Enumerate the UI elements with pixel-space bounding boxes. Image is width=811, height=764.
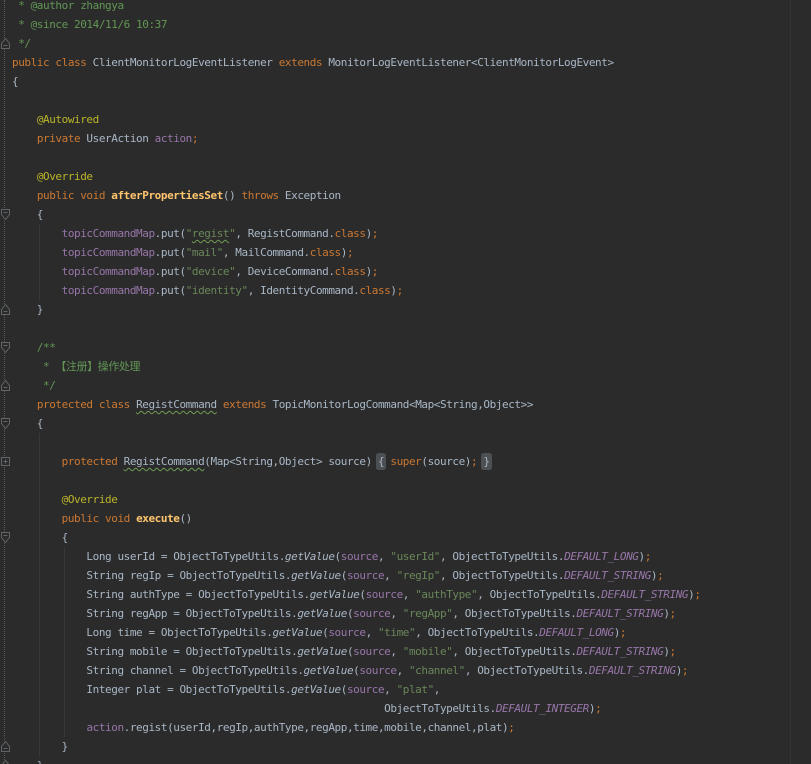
code-line: public class ClientMonitorLogEventListen… [12,56,614,69]
code-line: String mobile = ObjectToTypeUtils.getVal… [12,645,676,658]
code-line: @Override [36,170,93,183]
code-line: private UserAction action; [36,132,199,145]
code-line: { [12,75,19,88]
code-line: @Override [61,493,118,506]
code-line: topicCommandMap.put("device", DeviceComm… [61,265,379,278]
code-line: { [12,208,44,221]
fold-end-icon[interactable] [1,380,10,391]
code-line: topicCommandMap.put("mail", MailCommand.… [61,246,354,259]
code-line: Integer plat = ObjectToTypeUtils.getValu… [12,683,440,696]
code-line: } [12,740,69,753]
code-editor[interactable]: * @author zhangya * @since 2014/11/6 10:… [0,0,811,764]
code-line: String regApp = ObjectToTypeUtils.getVal… [12,607,676,620]
code-line: } [12,756,811,764]
code-line: String authType = ObjectToTypeUtils.getV… [12,588,701,601]
code-line: protected RegistCommand(Map<String,Objec… [61,455,490,468]
code-line: protected class RegistCommand extends To… [36,398,534,411]
fold-start-icon[interactable] [1,418,10,429]
code-line: public void afterPropertiesSet() throws … [36,189,341,202]
code-line: */ [12,37,31,50]
code-line: String regIp = ObjectToTypeUtils.getValu… [12,569,664,582]
code-line: { [12,531,69,544]
fold-end-icon[interactable] [1,741,10,752]
fold-end-icon[interactable] [1,304,10,315]
code-line: topicCommandMap.put("regist", RegistComm… [61,227,379,240]
code-line: @Autowired [36,113,99,126]
code-line: topicCommandMap.put("identity", Identity… [61,284,404,297]
code-line: action.regist(userId,regIp,authType,regA… [86,721,515,734]
code-line: ObjectToTypeUtils.DEFAULT_INTEGER); [12,702,602,715]
code-line: { [12,417,44,430]
code-line: Long userId = ObjectToTypeUtils.getValue… [12,550,651,563]
fold-end-icon[interactable] [1,38,10,49]
code-line: */ [12,379,56,392]
code-line: Long time = ObjectToTypeUtils.getValue(s… [12,626,627,639]
code-line: * @author zhangya [12,0,124,12]
code-line: String channel = ObjectToTypeUtils.getVa… [12,664,689,677]
code-line: * @since 2014/11/6 10:37 [12,18,168,31]
code-line: * 【注册】操作处理 [12,360,141,373]
code-line: public void execute() [61,512,193,525]
fold-collapsed-plus-icon[interactable] [1,456,10,467]
fold-start-icon[interactable] [1,209,10,220]
fold-end-icon[interactable] [1,760,10,764]
fold-start-icon[interactable] [1,532,10,543]
code-line: /** [12,341,56,354]
code-area: * @author zhangya * @since 2014/11/6 10:… [12,0,811,764]
fold-start-icon[interactable] [1,342,10,353]
code-line: } [12,303,44,316]
